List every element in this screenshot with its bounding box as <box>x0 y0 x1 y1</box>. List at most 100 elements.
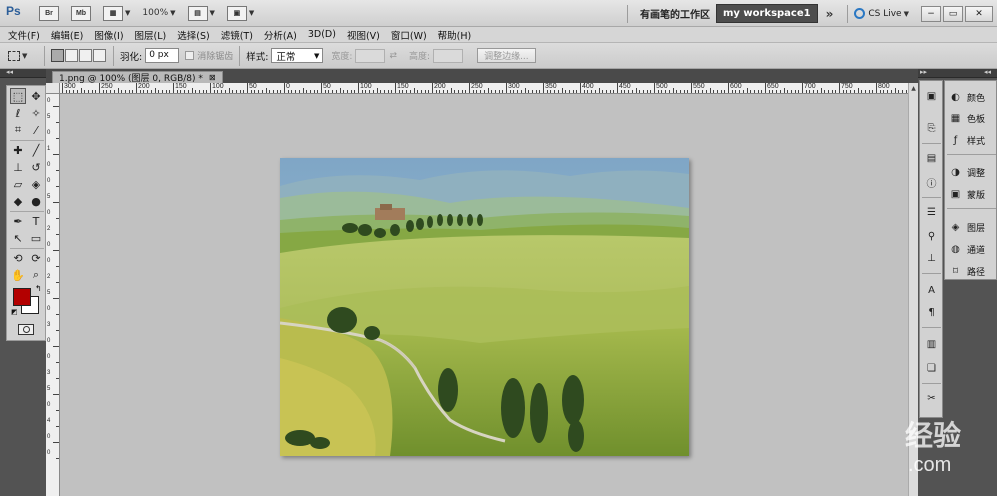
ruler-origin[interactable] <box>46 83 60 94</box>
document-tab[interactable]: 1.png @ 100% (图层 0, RGB/8) * ⊠ <box>52 71 223 84</box>
view-extras-button[interactable]: ▦ ▼ <box>100 4 133 22</box>
panel-channels[interactable]: ◍ 通道 <box>949 241 985 257</box>
tool-presets-panel-icon[interactable]: ✂ <box>924 391 939 406</box>
pen-tool-icon[interactable]: ✒ <box>10 213 26 229</box>
move-tool-icon[interactable]: ✥ <box>28 88 44 104</box>
antialias-checkbox[interactable]: 消除锯齿 <box>185 49 233 62</box>
history-brush-tool-icon[interactable]: ↺ <box>28 159 44 175</box>
marquee-tool-icon[interactable]: ⬚ <box>10 88 26 104</box>
ruler-tick <box>705 90 707 93</box>
character-panel-icon[interactable]: A <box>924 283 939 298</box>
panel-styles[interactable]: ƒ 样式 <box>949 132 985 148</box>
collapse-icon[interactable]: ◂◂ <box>6 68 13 76</box>
notes-panel-icon[interactable]: ▥ <box>924 337 939 352</box>
scroll-up-icon[interactable]: ▲ <box>910 85 917 92</box>
cs-live-button[interactable]: CS Live ▼ <box>854 8 909 19</box>
more-workspaces-icon[interactable]: » <box>826 7 834 21</box>
arrange-icon: ▤ <box>187 5 208 21</box>
3d-orbit-tool-icon[interactable]: ⟳ <box>28 250 44 266</box>
panel-swatches[interactable]: ▦ 色板 <box>949 110 985 126</box>
brush-panel-icon[interactable]: ⚲ <box>924 229 939 244</box>
toolbar-header[interactable]: ◂◂ <box>0 68 46 78</box>
layer-comps-panel-icon[interactable]: ❏ <box>924 361 939 376</box>
menu-help[interactable]: 帮助(H) <box>438 28 472 42</box>
paint-bucket-tool-icon[interactable]: ◈ <box>28 176 44 192</box>
panel-layers[interactable]: ◈ 图层 <box>949 219 985 235</box>
magic-wand-tool-icon[interactable]: ✧ <box>28 105 44 121</box>
type-tool-icon[interactable]: T <box>28 213 44 229</box>
3d-rotate-tool-icon[interactable]: ⟲ <box>10 250 26 266</box>
checkbox-icon <box>185 51 195 60</box>
ruler-tick <box>724 90 726 93</box>
blur-tool-icon[interactable]: ◆ <box>10 193 26 209</box>
new-selection-icon[interactable] <box>51 49 64 62</box>
menu-edit[interactable]: 编辑(E) <box>51 28 83 42</box>
menu-image[interactable]: 图像(I) <box>94 28 123 42</box>
menu-select[interactable]: 选择(S) <box>177 28 209 42</box>
healing-brush-tool-icon[interactable]: ✚ <box>10 142 26 158</box>
dock-header[interactable]: ▸▸ ◂◂ <box>918 68 997 78</box>
brush-presets-panel-icon[interactable]: ☰ <box>924 205 939 220</box>
clone-stamp-tool-icon[interactable]: ⊥ <box>10 159 26 175</box>
info-panel-icon[interactable]: ⓘ <box>924 175 939 190</box>
lasso-tool-icon[interactable]: ℓ <box>10 105 26 121</box>
panel-masks[interactable]: ▣ 蒙版 <box>949 186 985 202</box>
subtract-from-selection-icon[interactable] <box>79 49 92 62</box>
hand-tool-icon[interactable]: ✋ <box>10 267 26 283</box>
minimize-button[interactable]: − <box>921 5 941 22</box>
collapse-icon[interactable]: ◂◂ <box>984 68 991 76</box>
dodge-tool-icon[interactable]: ● <box>28 193 44 209</box>
swap-colors-icon[interactable]: ↰ <box>35 284 42 293</box>
mini-bridge-panel-icon[interactable]: ▣ <box>924 89 939 104</box>
style-select[interactable]: 正常 ▼ <box>271 48 324 63</box>
panel-paths[interactable]: ⌑ 路径 <box>949 263 985 279</box>
close-button[interactable]: ✕ <box>965 5 993 22</box>
bridge-button[interactable]: Br <box>36 4 62 22</box>
quick-mask-button[interactable] <box>18 324 34 335</box>
horizontal-ruler[interactable]: 300 250 200 150 100 50 0 50 100 150 200 250 300 350 40… <box>60 83 918 94</box>
divider <box>10 211 44 212</box>
menu-analysis[interactable]: 分析(A) <box>264 28 297 42</box>
zoom-level-dropdown[interactable]: 100% ▼ <box>139 4 178 22</box>
mini-bridge-button[interactable]: Mb <box>68 4 94 22</box>
intersect-selection-icon[interactable] <box>93 49 106 62</box>
menu-3d[interactable]: 3D(D) <box>308 29 336 40</box>
brush-tool-icon[interactable]: ╱ <box>28 142 44 158</box>
crop-tool-icon[interactable]: ⌗ <box>10 122 26 138</box>
menu-filter[interactable]: 滤镜(T) <box>221 28 253 42</box>
tool-preset-picker[interactable]: ▼ <box>8 46 38 66</box>
menu-view[interactable]: 视图(V) <box>347 28 380 42</box>
paragraph-panel-icon[interactable]: ¶ <box>924 305 939 320</box>
panel-adjustments[interactable]: ◑ 调整 <box>949 164 985 180</box>
path-selection-tool-icon[interactable]: ↖ <box>10 230 26 246</box>
eyedropper-tool-icon[interactable]: ⁄ <box>28 122 44 138</box>
workspace-active[interactable]: my workspace1 <box>715 4 818 23</box>
histogram-panel-icon[interactable]: ▤ <box>924 151 939 166</box>
foreground-color-swatch[interactable] <box>13 288 31 306</box>
ruler-label: 0 <box>47 242 51 248</box>
menu-layer[interactable]: 图层(L) <box>135 28 167 42</box>
history-panel-icon[interactable]: ⎘ <box>924 121 939 136</box>
add-to-selection-icon[interactable] <box>65 49 78 62</box>
vertical-ruler[interactable]: 0 5 0 1 0 0 5 0 2 0 0 2 5 0 3 0 0 3 5 0 4 0 0 <box>46 94 60 496</box>
panel-color[interactable]: ◐ 颜色 <box>949 89 985 105</box>
feather-label: 羽化: <box>120 51 143 63</box>
arrange-documents-button[interactable]: ▤ ▼ <box>185 4 218 22</box>
menu-file[interactable]: 文件(F) <box>8 28 40 42</box>
close-tab-icon[interactable]: ⊠ <box>209 73 216 82</box>
screen-mode-button[interactable]: ▣ ▼ <box>224 4 257 22</box>
default-colors-icon[interactable]: ◩ <box>11 308 18 316</box>
eraser-tool-icon[interactable]: ▱ <box>10 176 26 192</box>
restore-button[interactable]: ▭ <box>943 5 963 22</box>
canvas-image[interactable] <box>280 158 689 456</box>
ruler-tick <box>56 362 59 363</box>
feather-input[interactable]: 0 px <box>145 48 180 63</box>
clone-source-panel-icon[interactable]: ⊥ <box>924 251 939 266</box>
workspace-brush[interactable]: 有画笔的工作区 <box>634 6 716 21</box>
bridge-icon: Br <box>39 5 59 21</box>
menu-window[interactable]: 窗口(W) <box>391 28 427 42</box>
zoom-tool-icon[interactable]: ⌕ <box>28 267 44 283</box>
expand-icon[interactable]: ▸▸ <box>920 68 927 76</box>
ruler-tick <box>779 90 781 93</box>
rectangle-tool-icon[interactable]: ▭ <box>28 230 44 246</box>
